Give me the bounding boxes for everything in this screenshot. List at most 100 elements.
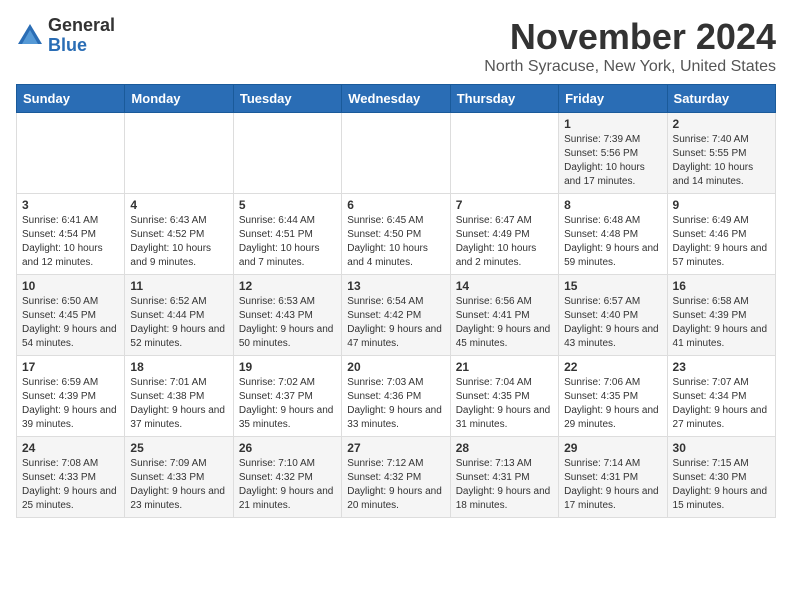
calendar-cell: 24Sunrise: 7:08 AM Sunset: 4:33 PM Dayli… xyxy=(17,437,125,518)
day-number: 30 xyxy=(673,441,770,455)
logo-icon xyxy=(16,22,44,50)
day-number: 7 xyxy=(456,198,553,212)
cell-info: Sunrise: 6:58 AM Sunset: 4:39 PM Dayligh… xyxy=(673,295,770,351)
calendar-cell: 28 Sunrise: 7:13 AM Sunset: 4:31 PM Dayli… xyxy=(450,437,558,518)
cell-info: Sunrise: 7:15 AM Sunset: 4:30 PM Dayligh… xyxy=(673,457,770,513)
day-number: 9 xyxy=(673,198,770,212)
cell-info: Sunrise: 7:40 AM Sunset: 5:55 PM Dayligh… xyxy=(673,133,770,189)
calendar-cell: 21 Sunrise: 7:04 AM Sunset: 4:35 PM Dayli… xyxy=(450,356,558,437)
calendar-cell: 15 Sunrise: 6:57 AM Sunset: 4:40 PM Dayli… xyxy=(559,275,667,356)
day-number: 15 xyxy=(564,279,661,293)
day-number: 25 xyxy=(130,441,227,455)
week-row-4: 17Sunrise: 6:59 AM Sunset: 4:39 PM Dayli… xyxy=(17,356,776,437)
cell-info: Sunrise: 7:14 AM Sunset: 4:31 PM Dayligh… xyxy=(564,457,661,513)
cell-info: Sunrise: 7:03 AM Sunset: 4:36 PM Dayligh… xyxy=(347,376,444,432)
header-saturday: Saturday xyxy=(667,85,775,113)
calendar-header-row: SundayMondayTuesdayWednesdayThursdayFrid… xyxy=(17,85,776,113)
day-number: 21 xyxy=(456,360,553,374)
week-row-5: 24Sunrise: 7:08 AM Sunset: 4:33 PM Dayli… xyxy=(17,437,776,518)
calendar-cell: 2 Sunrise: 7:40 AM Sunset: 5:55 PM Daylig… xyxy=(667,113,775,194)
title-block: November 2024 North Syracuse, New York, … xyxy=(484,16,776,76)
header-thursday: Thursday xyxy=(450,85,558,113)
header-tuesday: Tuesday xyxy=(233,85,341,113)
calendar-cell: 29 Sunrise: 7:14 AM Sunset: 4:31 PM Dayli… xyxy=(559,437,667,518)
cell-info: Sunrise: 6:44 AM Sunset: 4:51 PM Dayligh… xyxy=(239,214,336,270)
cell-info: Sunrise: 6:41 AM Sunset: 4:54 PM Dayligh… xyxy=(22,214,119,270)
cell-info: Sunrise: 7:02 AM Sunset: 4:37 PM Dayligh… xyxy=(239,376,336,432)
cell-info: Sunrise: 7:10 AM Sunset: 4:32 PM Dayligh… xyxy=(239,457,336,513)
header-friday: Friday xyxy=(559,85,667,113)
cell-info: Sunrise: 7:39 AM Sunset: 5:56 PM Dayligh… xyxy=(564,133,661,189)
calendar-cell: 20Sunrise: 7:03 AM Sunset: 4:36 PM Dayli… xyxy=(342,356,450,437)
calendar-cell: 26 Sunrise: 7:10 AM Sunset: 4:32 PM Dayli… xyxy=(233,437,341,518)
calendar-cell: 7Sunrise: 6:47 AM Sunset: 4:49 PM Daylig… xyxy=(450,194,558,275)
day-number: 26 xyxy=(239,441,336,455)
location-title: North Syracuse, New York, United States xyxy=(484,58,776,76)
header-wednesday: Wednesday xyxy=(342,85,450,113)
cell-info: Sunrise: 7:08 AM Sunset: 4:33 PM Dayligh… xyxy=(22,457,119,513)
day-number: 4 xyxy=(130,198,227,212)
week-row-2: 3 Sunrise: 6:41 AM Sunset: 4:54 PM Daylig… xyxy=(17,194,776,275)
calendar-cell: 12 Sunrise: 6:53 AM Sunset: 4:43 PM Dayli… xyxy=(233,275,341,356)
cell-info: Sunrise: 6:57 AM Sunset: 4:40 PM Dayligh… xyxy=(564,295,661,351)
cell-info: Sunrise: 6:49 AM Sunset: 4:46 PM Dayligh… xyxy=(673,214,770,270)
header-monday: Monday xyxy=(125,85,233,113)
header-sunday: Sunday xyxy=(17,85,125,113)
day-number: 13 xyxy=(347,279,444,293)
cell-info: Sunrise: 6:52 AM Sunset: 4:44 PM Dayligh… xyxy=(130,295,227,351)
calendar-table: SundayMondayTuesdayWednesdayThursdayFrid… xyxy=(16,84,776,518)
day-number: 8 xyxy=(564,198,661,212)
day-number: 2 xyxy=(673,117,770,131)
calendar-cell xyxy=(125,113,233,194)
day-number: 3 xyxy=(22,198,119,212)
month-title: November 2024 xyxy=(484,16,776,58)
day-number: 10 xyxy=(22,279,119,293)
calendar-cell: 22 Sunrise: 7:06 AM Sunset: 4:35 PM Dayli… xyxy=(559,356,667,437)
day-number: 11 xyxy=(130,279,227,293)
page-header: General Blue November 2024 North Syracus… xyxy=(16,16,776,76)
calendar-cell: 9 Sunrise: 6:49 AM Sunset: 4:46 PM Daylig… xyxy=(667,194,775,275)
day-number: 14 xyxy=(456,279,553,293)
cell-info: Sunrise: 7:13 AM Sunset: 4:31 PM Dayligh… xyxy=(456,457,553,513)
cell-info: Sunrise: 7:04 AM Sunset: 4:35 PM Dayligh… xyxy=(456,376,553,432)
cell-info: Sunrise: 6:54 AM Sunset: 4:42 PM Dayligh… xyxy=(347,295,444,351)
calendar-cell: 4 Sunrise: 6:43 AM Sunset: 4:52 PM Daylig… xyxy=(125,194,233,275)
logo-general-text: General xyxy=(48,16,115,36)
day-number: 29 xyxy=(564,441,661,455)
cell-info: Sunrise: 7:09 AM Sunset: 4:33 PM Dayligh… xyxy=(130,457,227,513)
calendar-cell: 30 Sunrise: 7:15 AM Sunset: 4:30 PM Dayli… xyxy=(667,437,775,518)
week-row-3: 10 Sunrise: 6:50 AM Sunset: 4:45 PM Dayli… xyxy=(17,275,776,356)
day-number: 6 xyxy=(347,198,444,212)
day-number: 5 xyxy=(239,198,336,212)
day-number: 12 xyxy=(239,279,336,293)
calendar-cell: 16Sunrise: 6:58 AM Sunset: 4:39 PM Dayli… xyxy=(667,275,775,356)
calendar-cell: 19Sunrise: 7:02 AM Sunset: 4:37 PM Dayli… xyxy=(233,356,341,437)
calendar-cell xyxy=(17,113,125,194)
cell-info: Sunrise: 6:48 AM Sunset: 4:48 PM Dayligh… xyxy=(564,214,661,270)
calendar-cell xyxy=(450,113,558,194)
cell-info: Sunrise: 6:43 AM Sunset: 4:52 PM Dayligh… xyxy=(130,214,227,270)
cell-info: Sunrise: 6:56 AM Sunset: 4:41 PM Dayligh… xyxy=(456,295,553,351)
calendar-cell: 8 Sunrise: 6:48 AM Sunset: 4:48 PM Daylig… xyxy=(559,194,667,275)
week-row-1: 1Sunrise: 7:39 AM Sunset: 5:56 PM Daylig… xyxy=(17,113,776,194)
day-number: 22 xyxy=(564,360,661,374)
calendar-cell: 11 Sunrise: 6:52 AM Sunset: 4:44 PM Dayli… xyxy=(125,275,233,356)
calendar-cell: 6 Sunrise: 6:45 AM Sunset: 4:50 PM Daylig… xyxy=(342,194,450,275)
calendar-cell: 10 Sunrise: 6:50 AM Sunset: 4:45 PM Dayli… xyxy=(17,275,125,356)
calendar-cell: 14 Sunrise: 6:56 AM Sunset: 4:41 PM Dayli… xyxy=(450,275,558,356)
calendar-cell: 13 Sunrise: 6:54 AM Sunset: 4:42 PM Dayli… xyxy=(342,275,450,356)
calendar-cell: 18 Sunrise: 7:01 AM Sunset: 4:38 PM Dayli… xyxy=(125,356,233,437)
calendar-cell xyxy=(233,113,341,194)
cell-info: Sunrise: 6:50 AM Sunset: 4:45 PM Dayligh… xyxy=(22,295,119,351)
day-number: 18 xyxy=(130,360,227,374)
logo: General Blue xyxy=(16,16,115,56)
calendar-cell: 17Sunrise: 6:59 AM Sunset: 4:39 PM Dayli… xyxy=(17,356,125,437)
cell-info: Sunrise: 6:53 AM Sunset: 4:43 PM Dayligh… xyxy=(239,295,336,351)
calendar-cell: 27Sunrise: 7:12 AM Sunset: 4:32 PM Dayli… xyxy=(342,437,450,518)
cell-info: Sunrise: 7:01 AM Sunset: 4:38 PM Dayligh… xyxy=(130,376,227,432)
day-number: 23 xyxy=(673,360,770,374)
cell-info: Sunrise: 7:06 AM Sunset: 4:35 PM Dayligh… xyxy=(564,376,661,432)
cell-info: Sunrise: 6:59 AM Sunset: 4:39 PM Dayligh… xyxy=(22,376,119,432)
cell-info: Sunrise: 6:45 AM Sunset: 4:50 PM Dayligh… xyxy=(347,214,444,270)
day-number: 28 xyxy=(456,441,553,455)
